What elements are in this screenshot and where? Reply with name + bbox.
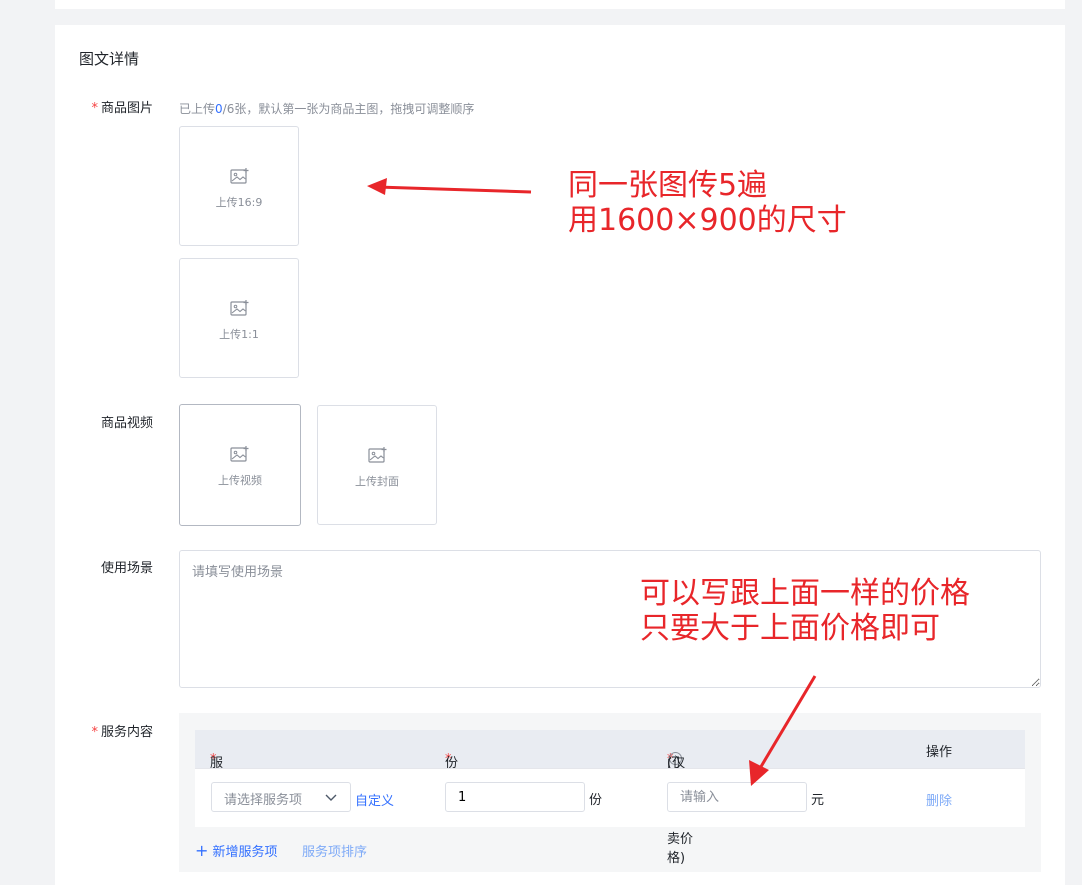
annotation-note-1: 同一张图传5遍 用1600×900的尺寸 — [568, 168, 847, 238]
upload-video-slot[interactable]: 上传视频 — [179, 404, 301, 526]
product-video-label: 商品视频 — [100, 416, 153, 431]
col-action: 操作 — [926, 745, 953, 760]
section-title: 图文详情 — [79, 50, 140, 68]
product-images-label: * 商品图片 — [91, 101, 153, 116]
upload-slot-16-9[interactable]: 上传16:9 — [179, 126, 299, 246]
upload-slot-label: 上传16:9 — [215, 196, 263, 209]
custom-link[interactable]: 自定义 — [355, 790, 394, 809]
price-unit: 元 — [811, 793, 825, 808]
top-card — [55, 0, 1065, 9]
image-add-icon — [368, 447, 387, 463]
annotation-arrow-down — [749, 675, 817, 786]
upload-cover-slot[interactable]: 上传封面 — [317, 405, 437, 525]
upload-slot-1-1[interactable]: 上传1:1 — [179, 258, 299, 378]
upload-cover-label: 上传封面 — [355, 475, 399, 488]
service-table: *服务项 *份数 *门店价格!(仅作展示，非售卖价格) 操作 请选择服务项 自定… — [179, 713, 1041, 872]
upload-slot-label: 上传1:1 — [219, 328, 259, 341]
service-item-select[interactable]: 请选择服务项 — [211, 782, 351, 812]
plus-icon: + — [195, 841, 209, 860]
annotation-arrow-left — [367, 178, 532, 195]
service-sort-link[interactable]: 服务项排序 — [302, 841, 367, 860]
service-label: * 服务内容 — [91, 725, 153, 740]
delete-link[interactable]: 删除 — [926, 790, 952, 809]
upload-video-label: 上传视频 — [218, 474, 262, 487]
count-input[interactable] — [445, 782, 585, 812]
upload-hint: 已上传0/6张，默认第一张为商品主图，拖拽可调整顺序 — [179, 102, 475, 116]
chevron-down-icon — [325, 794, 337, 801]
count-unit: 份 — [589, 793, 603, 808]
annotation-note-2: 可以写跟上面一样的价格 只要大于上面价格即可 — [640, 576, 970, 646]
scene-label: 使用场景 — [100, 561, 153, 576]
image-add-icon — [230, 300, 249, 316]
image-add-icon — [230, 168, 249, 184]
image-add-icon — [230, 446, 249, 462]
service-table-header: *服务项 *份数 *门店价格!(仅作展示，非售卖价格) 操作 — [195, 730, 1025, 866]
add-service-button[interactable]: + 新增服务项 — [195, 841, 278, 860]
table-row: 请选择服务项 自定义 份 元 删除 — [195, 768, 1025, 827]
